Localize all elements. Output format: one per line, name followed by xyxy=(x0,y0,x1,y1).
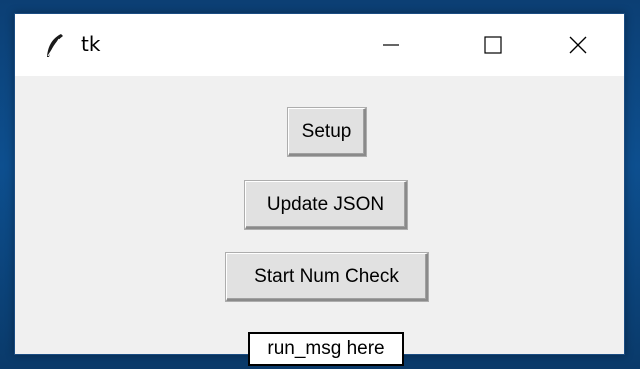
setup-button[interactable]: Setup xyxy=(288,108,366,156)
minimize-icon xyxy=(383,44,399,46)
tk-feather-icon xyxy=(47,34,63,57)
maximize-button[interactable] xyxy=(451,14,543,76)
update-json-button[interactable]: Update JSON xyxy=(245,181,407,229)
close-icon xyxy=(569,36,587,54)
client-area: Setup Update JSON Start Num Check run_ms… xyxy=(15,76,624,366)
window-title: tk xyxy=(81,32,101,56)
maximize-icon xyxy=(484,36,502,54)
minimize-button[interactable] xyxy=(359,14,451,76)
run-message-label: run_msg here xyxy=(248,332,404,366)
desktop-background: tk Setup Update JSON Start Num Check run… xyxy=(0,0,640,369)
start-num-check-button[interactable]: Start Num Check xyxy=(226,253,428,301)
tk-window: tk Setup Update JSON Start Num Check run… xyxy=(14,13,625,366)
close-button[interactable] xyxy=(532,14,624,76)
title-bar[interactable]: tk xyxy=(15,14,624,76)
